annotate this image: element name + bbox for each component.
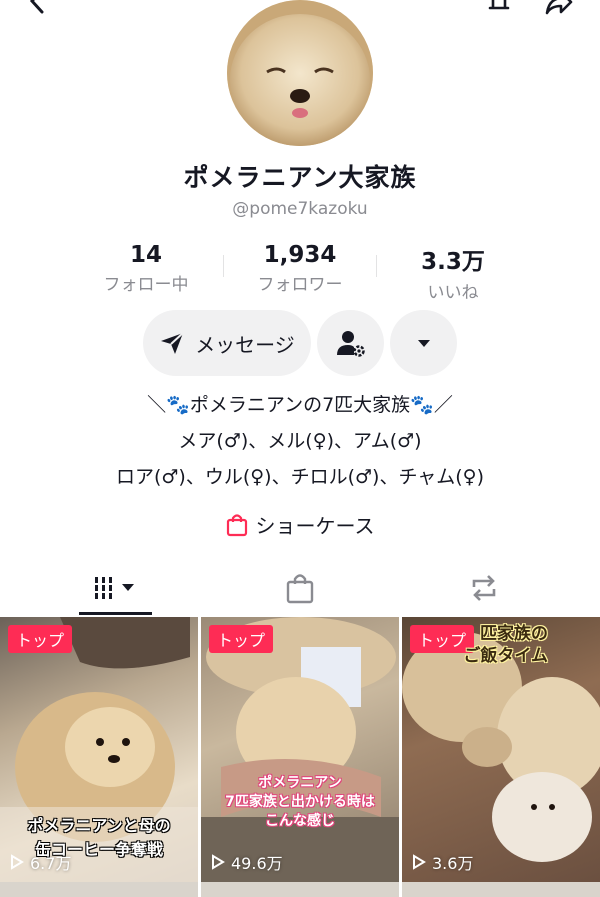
bio-line: ＼🐾ポメラニアンの7匹大家族🐾／ — [147, 394, 453, 416]
likes-label: いいね — [427, 283, 479, 303]
video-caption-line: 匹家族の — [480, 624, 548, 644]
followers-count: 1,934 — [263, 242, 337, 268]
shopping-bag-icon — [226, 513, 247, 536]
message-button[interactable]: メッセージ — [143, 310, 311, 376]
share-arrow-icon — [545, 0, 573, 15]
followers-label: フォロワー — [257, 275, 343, 295]
bio-line: メア(♂)、メル(♀)、アム(♂) — [178, 430, 422, 452]
bio-line: ロア(♂)、ウル(♀)、チロル(♂)、チャム(♀) — [115, 466, 484, 488]
send-icon — [161, 332, 184, 354]
tab-reposts[interactable] — [384, 560, 584, 616]
view-count: 6.7万 — [10, 850, 71, 874]
following-stat[interactable]: 14 フォロー中 — [71, 242, 221, 295]
chevron-left-icon — [29, 0, 44, 14]
showcase-link[interactable]: ショーケース — [0, 510, 600, 539]
video-thumbnail-next-row[interactable] — [402, 882, 600, 897]
view-count: 49.6万 — [211, 850, 283, 874]
grid-icon — [95, 577, 134, 599]
view-count-value: 6.7万 — [30, 854, 72, 873]
notifications-button[interactable] — [484, 0, 514, 20]
pinned-badge: トップ — [209, 625, 274, 653]
share-button[interactable] — [543, 0, 575, 20]
back-button[interactable] — [22, 0, 52, 20]
following-label: フォロー中 — [103, 275, 189, 295]
display-name: ポメラニアン大家族 — [183, 163, 417, 192]
video-thumbnail-next-row[interactable] — [0, 882, 198, 897]
more-dropdown-button[interactable] — [390, 310, 457, 376]
bell-icon — [488, 0, 510, 10]
shopping-bag-icon — [286, 574, 314, 604]
video-caption-line: ご飯タイム — [463, 646, 548, 666]
video-thumbnail[interactable]: トップ ポメラニアン 7匹家族と出かける時は こんな感じ 49.6万 — [201, 617, 399, 882]
stat-divider — [376, 255, 377, 277]
pinned-badge: トップ — [8, 625, 73, 653]
following-count: 14 — [129, 242, 162, 268]
video-thumbnail-next-row[interactable] — [201, 882, 399, 897]
username: @pome7kazoku — [232, 199, 368, 219]
play-icon — [212, 854, 225, 870]
active-tab-indicator — [79, 612, 152, 615]
followers-stat[interactable]: 1,934 フォロワー — [225, 242, 375, 295]
caret-down-icon — [417, 340, 430, 347]
likes-stat[interactable]: 3.3万 いいね — [378, 242, 528, 303]
message-button-label: メッセージ — [195, 332, 295, 357]
repost-icon — [472, 575, 496, 601]
video-thumbnail[interactable]: トップ ポメラニアンと母の 缶コーヒー争奪戦 6.7万 — [0, 617, 198, 882]
suggested-friends-button[interactable] — [317, 310, 384, 376]
play-icon — [413, 854, 426, 870]
view-count-value: 3.6万 — [432, 854, 474, 873]
profile-tabs — [0, 560, 600, 616]
view-count-value: 49.6万 — [231, 854, 283, 873]
tab-shop[interactable] — [200, 560, 400, 616]
video-caption-line: 7匹家族と出かける時は — [225, 794, 375, 810]
video-thumbnail[interactable]: トップ 匹家族の ご飯タイム 3.6万 — [402, 617, 600, 882]
video-caption-line: ポメラニアンと母の — [27, 816, 171, 835]
user-settings-icon — [336, 331, 365, 357]
showcase-label: ショーケース — [255, 514, 375, 538]
view-count: 3.6万 — [412, 850, 473, 874]
play-icon — [11, 854, 24, 870]
stat-divider — [223, 255, 224, 277]
avatar[interactable] — [227, 0, 373, 146]
likes-count: 3.3万 — [421, 249, 485, 275]
video-caption-line: こんな感じ — [265, 813, 335, 829]
video-caption-line: ポメラニアン — [258, 775, 342, 791]
tab-videos[interactable] — [16, 560, 216, 616]
